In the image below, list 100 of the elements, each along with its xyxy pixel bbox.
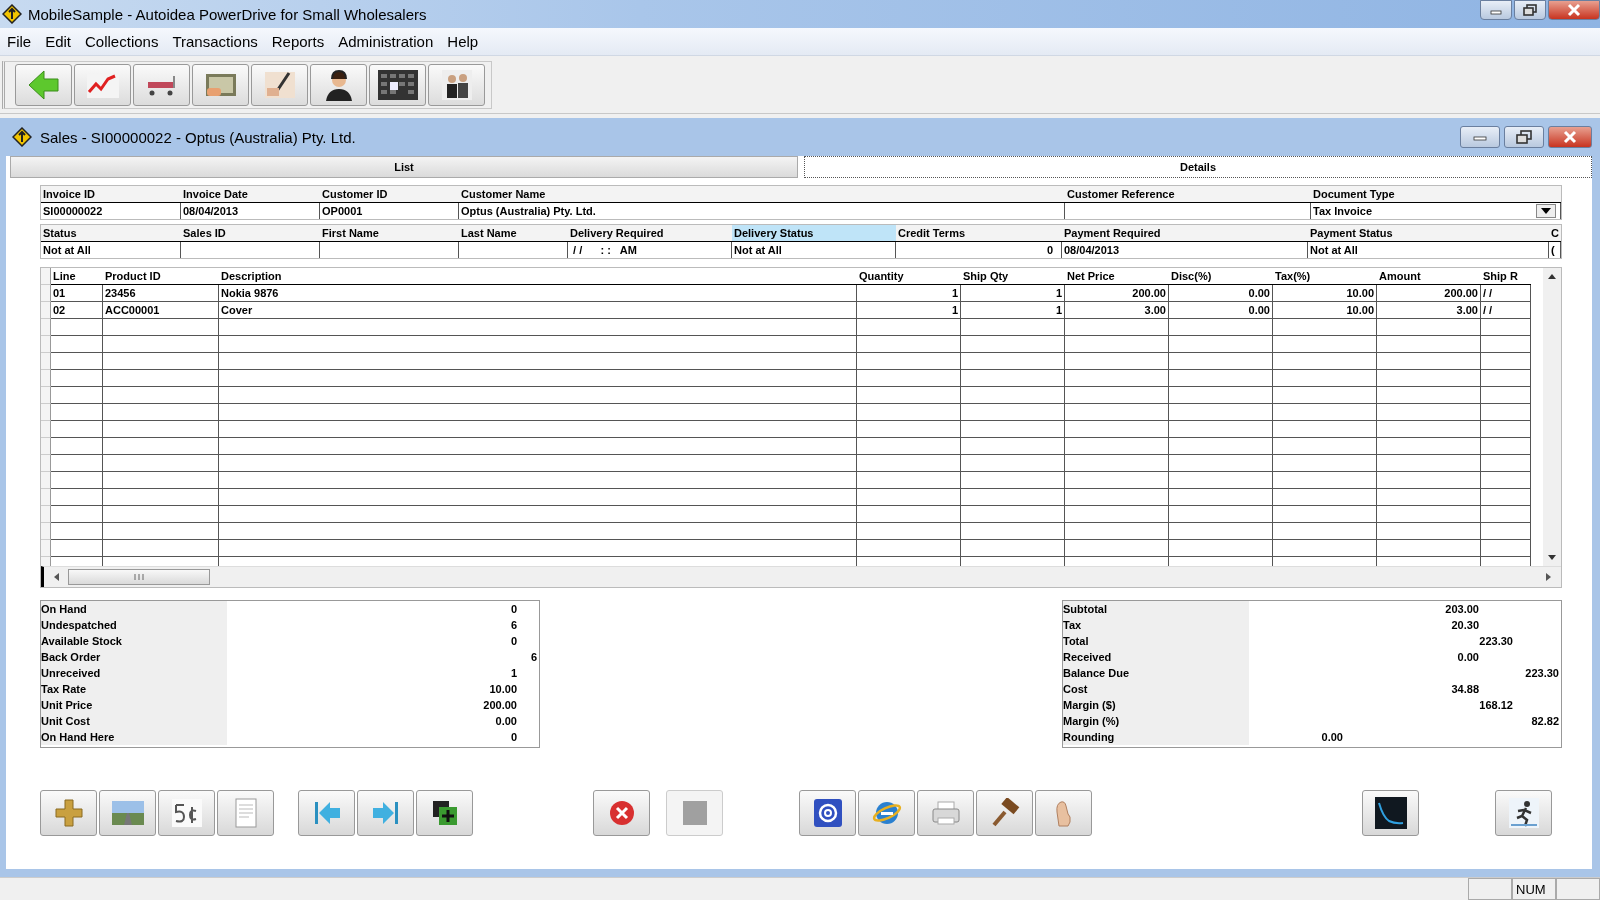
table-cell (51, 523, 103, 540)
summary-label: Available Stock (41, 633, 227, 649)
trolley-button[interactable] (133, 63, 190, 106)
sales-chart-button[interactable] (74, 63, 131, 106)
dropdown-field[interactable]: Tax Invoice (1311, 203, 1561, 219)
table-cell (1481, 540, 1531, 557)
table-cell: 1 (857, 302, 961, 319)
column-header[interactable]: Ship Qty (961, 268, 1065, 285)
table-cell (51, 421, 103, 438)
field-label: Payment Required (1062, 225, 1308, 242)
summary-label: Unit Price (41, 697, 227, 713)
column-header[interactable]: Line (51, 268, 103, 285)
row-header[interactable] (41, 353, 51, 370)
table-cell: 10.00 (1273, 302, 1377, 319)
scroll-right-icon[interactable] (1543, 572, 1553, 582)
tab[interactable]: Details (804, 156, 1592, 178)
cancel-button[interactable] (593, 790, 650, 836)
exit-runner-button[interactable] (1495, 790, 1552, 836)
field-label: Credit Terms (896, 225, 1062, 242)
row-header[interactable] (41, 370, 51, 387)
input-field[interactable]: OP0001 (320, 203, 459, 219)
curve-chart-button[interactable] (1362, 790, 1419, 836)
business-people-button[interactable] (428, 63, 485, 106)
row-header[interactable] (41, 506, 51, 523)
menu-item[interactable]: Transactions (165, 33, 265, 50)
summary-label: Rounding (1063, 729, 1249, 745)
row-header[interactable] (41, 336, 51, 353)
menu-item[interactable]: File (0, 33, 39, 50)
horizontal-scrollbar[interactable] (41, 566, 1561, 587)
input-field[interactable]: 08/04/2013 (181, 203, 320, 219)
browser-globe-button[interactable] (858, 790, 915, 836)
column-header[interactable]: Tax(%) (1273, 268, 1377, 285)
hammer-button[interactable] (976, 790, 1033, 836)
menu-item[interactable]: Help (440, 33, 486, 50)
summary-label: Total (1063, 633, 1249, 649)
tab[interactable]: List (10, 156, 798, 178)
table-cell (51, 387, 103, 404)
scrollbar-thumb[interactable] (68, 569, 210, 585)
column-header[interactable]: Product ID (103, 268, 219, 285)
coin-price-button[interactable] (158, 790, 215, 836)
row-header[interactable] (41, 455, 51, 472)
row-header[interactable] (41, 421, 51, 438)
column-header[interactable]: Description (219, 268, 857, 285)
email-button[interactable] (799, 790, 856, 836)
calculator-button[interactable] (192, 63, 249, 106)
input-field[interactable]: Not at All (41, 242, 181, 258)
summary-label: Margin (%) (1063, 713, 1249, 729)
server-grid-button[interactable] (369, 63, 426, 106)
column-header[interactable]: Ship R (1481, 268, 1531, 285)
road-picture-button[interactable] (99, 790, 156, 836)
scroll-down-icon[interactable] (1547, 554, 1557, 562)
scroll-left-icon[interactable] (52, 572, 62, 582)
table-cell (51, 404, 103, 421)
column-header[interactable]: Quantity (857, 268, 961, 285)
summary-label: Tax (1063, 617, 1249, 633)
input-field[interactable]: Optus (Australia) Pty. Ltd. (459, 203, 1065, 219)
column-header[interactable]: Disc(%) (1169, 268, 1273, 285)
column-header[interactable]: Amount (1377, 268, 1481, 285)
minimize-button[interactable] (1460, 126, 1500, 148)
menu-item[interactable]: Administration (331, 33, 441, 50)
back-arrow-button[interactable] (15, 63, 72, 106)
table-cell (51, 319, 103, 336)
row-header[interactable] (41, 489, 51, 506)
menu-item[interactable]: Collections (78, 33, 166, 50)
row-header[interactable] (41, 302, 51, 319)
table-cell (1481, 387, 1531, 404)
row-header[interactable] (41, 319, 51, 336)
row-header[interactable] (41, 523, 51, 540)
new-record-button[interactable] (416, 790, 473, 836)
input-field[interactable]: ( (1549, 242, 1561, 258)
table-cell (51, 472, 103, 489)
close-button[interactable] (1548, 126, 1592, 148)
row-header[interactable] (41, 472, 51, 489)
row-header[interactable] (41, 387, 51, 404)
table-cell: / / (1481, 302, 1531, 319)
scroll-up-icon[interactable] (1547, 272, 1557, 280)
column-header[interactable]: Net Price (1065, 268, 1169, 285)
row-header[interactable] (41, 540, 51, 557)
table-cell: 02 (51, 302, 103, 319)
input-field[interactable]: Not at All (1308, 242, 1549, 258)
add-button[interactable] (40, 790, 97, 836)
menu-item[interactable]: Reports (264, 33, 332, 50)
pen-writing-button[interactable] (251, 63, 308, 106)
restore-button[interactable] (1504, 126, 1544, 148)
first-record-button[interactable] (298, 790, 355, 836)
minimize-button[interactable] (1480, 0, 1512, 20)
support-person-button[interactable] (310, 63, 367, 106)
menu-item[interactable]: Edit (38, 33, 79, 50)
close-button[interactable] (1548, 0, 1600, 20)
input-field[interactable]: Not at All (732, 242, 896, 258)
stop-button[interactable] (666, 790, 723, 836)
input-field[interactable]: 08/04/2013 (1062, 242, 1308, 258)
row-header[interactable] (41, 268, 51, 285)
restore-button[interactable] (1514, 0, 1546, 20)
row-header[interactable] (41, 404, 51, 421)
row-header[interactable] (41, 438, 51, 455)
exit-runner-icon (1508, 798, 1539, 828)
vertical-scrollbar[interactable] (1543, 268, 1561, 566)
input-field[interactable]: SI00000022 (41, 203, 181, 219)
row-header[interactable] (41, 285, 51, 302)
